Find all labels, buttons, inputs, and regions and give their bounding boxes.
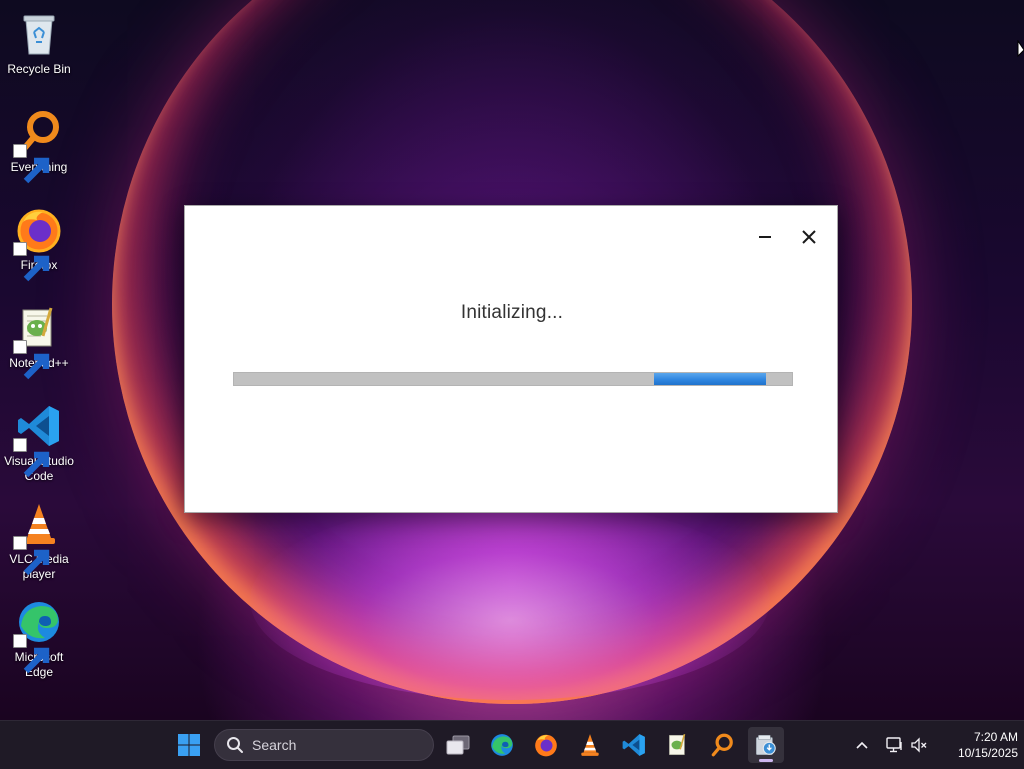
mouse-pointer-icon xyxy=(1017,40,1024,58)
desktop-icon-edge[interactable]: Microsoft Edge xyxy=(0,592,78,680)
progress-marquee-chunk xyxy=(654,373,766,385)
start-icon xyxy=(178,734,200,756)
recycle-bin-icon xyxy=(15,10,63,58)
desktop-icon-everything[interactable]: Everything xyxy=(0,102,78,184)
wallpaper-glow xyxy=(250,500,770,700)
taskbar-firefox[interactable] xyxy=(528,727,564,763)
progress-bar xyxy=(233,372,793,386)
clock-time: 7:20 AM xyxy=(973,730,1018,744)
taskbar-notepadpp[interactable] xyxy=(660,727,696,763)
shortcut-arrow-icon xyxy=(13,242,50,282)
close-button[interactable] xyxy=(792,222,826,252)
status-text: Initializing... xyxy=(460,302,564,323)
network-icon xyxy=(886,737,902,753)
edge-icon xyxy=(13,598,63,674)
edge-icon xyxy=(491,734,513,756)
minimize-icon xyxy=(759,236,771,238)
desktop-icon-notepadpp[interactable]: Notepad++ xyxy=(0,298,78,380)
taskbar-vscode[interactable] xyxy=(616,727,652,763)
shortcut-arrow-icon xyxy=(13,340,50,380)
shortcut-arrow-icon xyxy=(13,144,50,184)
taskbar-search-box[interactable]: Search xyxy=(214,729,434,761)
search-placeholder: Search xyxy=(252,737,297,753)
desktop-icon-recycle-bin[interactable]: Recycle Bin xyxy=(0,4,78,77)
chevron-up-icon xyxy=(856,741,868,749)
installer-dialog: Initializing... xyxy=(184,205,838,513)
volume-button[interactable] xyxy=(908,733,930,757)
firefox-icon xyxy=(13,206,63,282)
taskbar-edge[interactable] xyxy=(484,727,520,763)
taskbar: Search 7:20 AM 10/15/2025 xyxy=(0,720,1024,769)
network-button[interactable] xyxy=(883,733,905,757)
taskbar-vlc[interactable] xyxy=(572,727,608,763)
notepadpp-icon xyxy=(13,304,63,380)
task-view-button[interactable] xyxy=(440,727,476,763)
vlc-icon xyxy=(13,500,63,576)
start-button[interactable] xyxy=(171,727,207,763)
desktop-icon-label: Recycle Bin xyxy=(7,62,71,76)
shortcut-arrow-icon xyxy=(13,634,50,674)
vlc-icon xyxy=(581,734,599,756)
search-icon xyxy=(227,737,243,753)
show-hidden-icons-button[interactable] xyxy=(851,733,873,757)
taskbar-everything[interactable] xyxy=(704,727,740,763)
firefox-icon xyxy=(535,734,557,757)
everything-search-icon xyxy=(13,108,63,184)
taskbar-clock[interactable]: 7:20 AM 10/15/2025 xyxy=(934,729,1018,761)
shortcut-arrow-icon xyxy=(13,536,50,576)
shortcut-arrow-icon xyxy=(13,438,50,478)
desktop-icon-vscode[interactable]: Visual Studio Code xyxy=(0,396,78,484)
vscode-icon xyxy=(13,402,63,478)
desktop-icon-vlc[interactable]: VLC media player xyxy=(0,494,78,582)
minimize-button[interactable] xyxy=(748,222,782,252)
volume-muted-icon xyxy=(911,737,927,753)
notepadpp-icon xyxy=(669,733,686,756)
desktop-icon-firefox[interactable]: Firefox xyxy=(0,200,78,282)
clock-date: 10/15/2025 xyxy=(957,746,1018,760)
close-icon xyxy=(802,230,816,244)
vscode-icon xyxy=(622,734,645,756)
installer-icon xyxy=(755,734,776,756)
everything-search-icon xyxy=(711,733,733,757)
taskbar-installer[interactable] xyxy=(748,727,784,763)
task-view-icon xyxy=(446,735,470,755)
